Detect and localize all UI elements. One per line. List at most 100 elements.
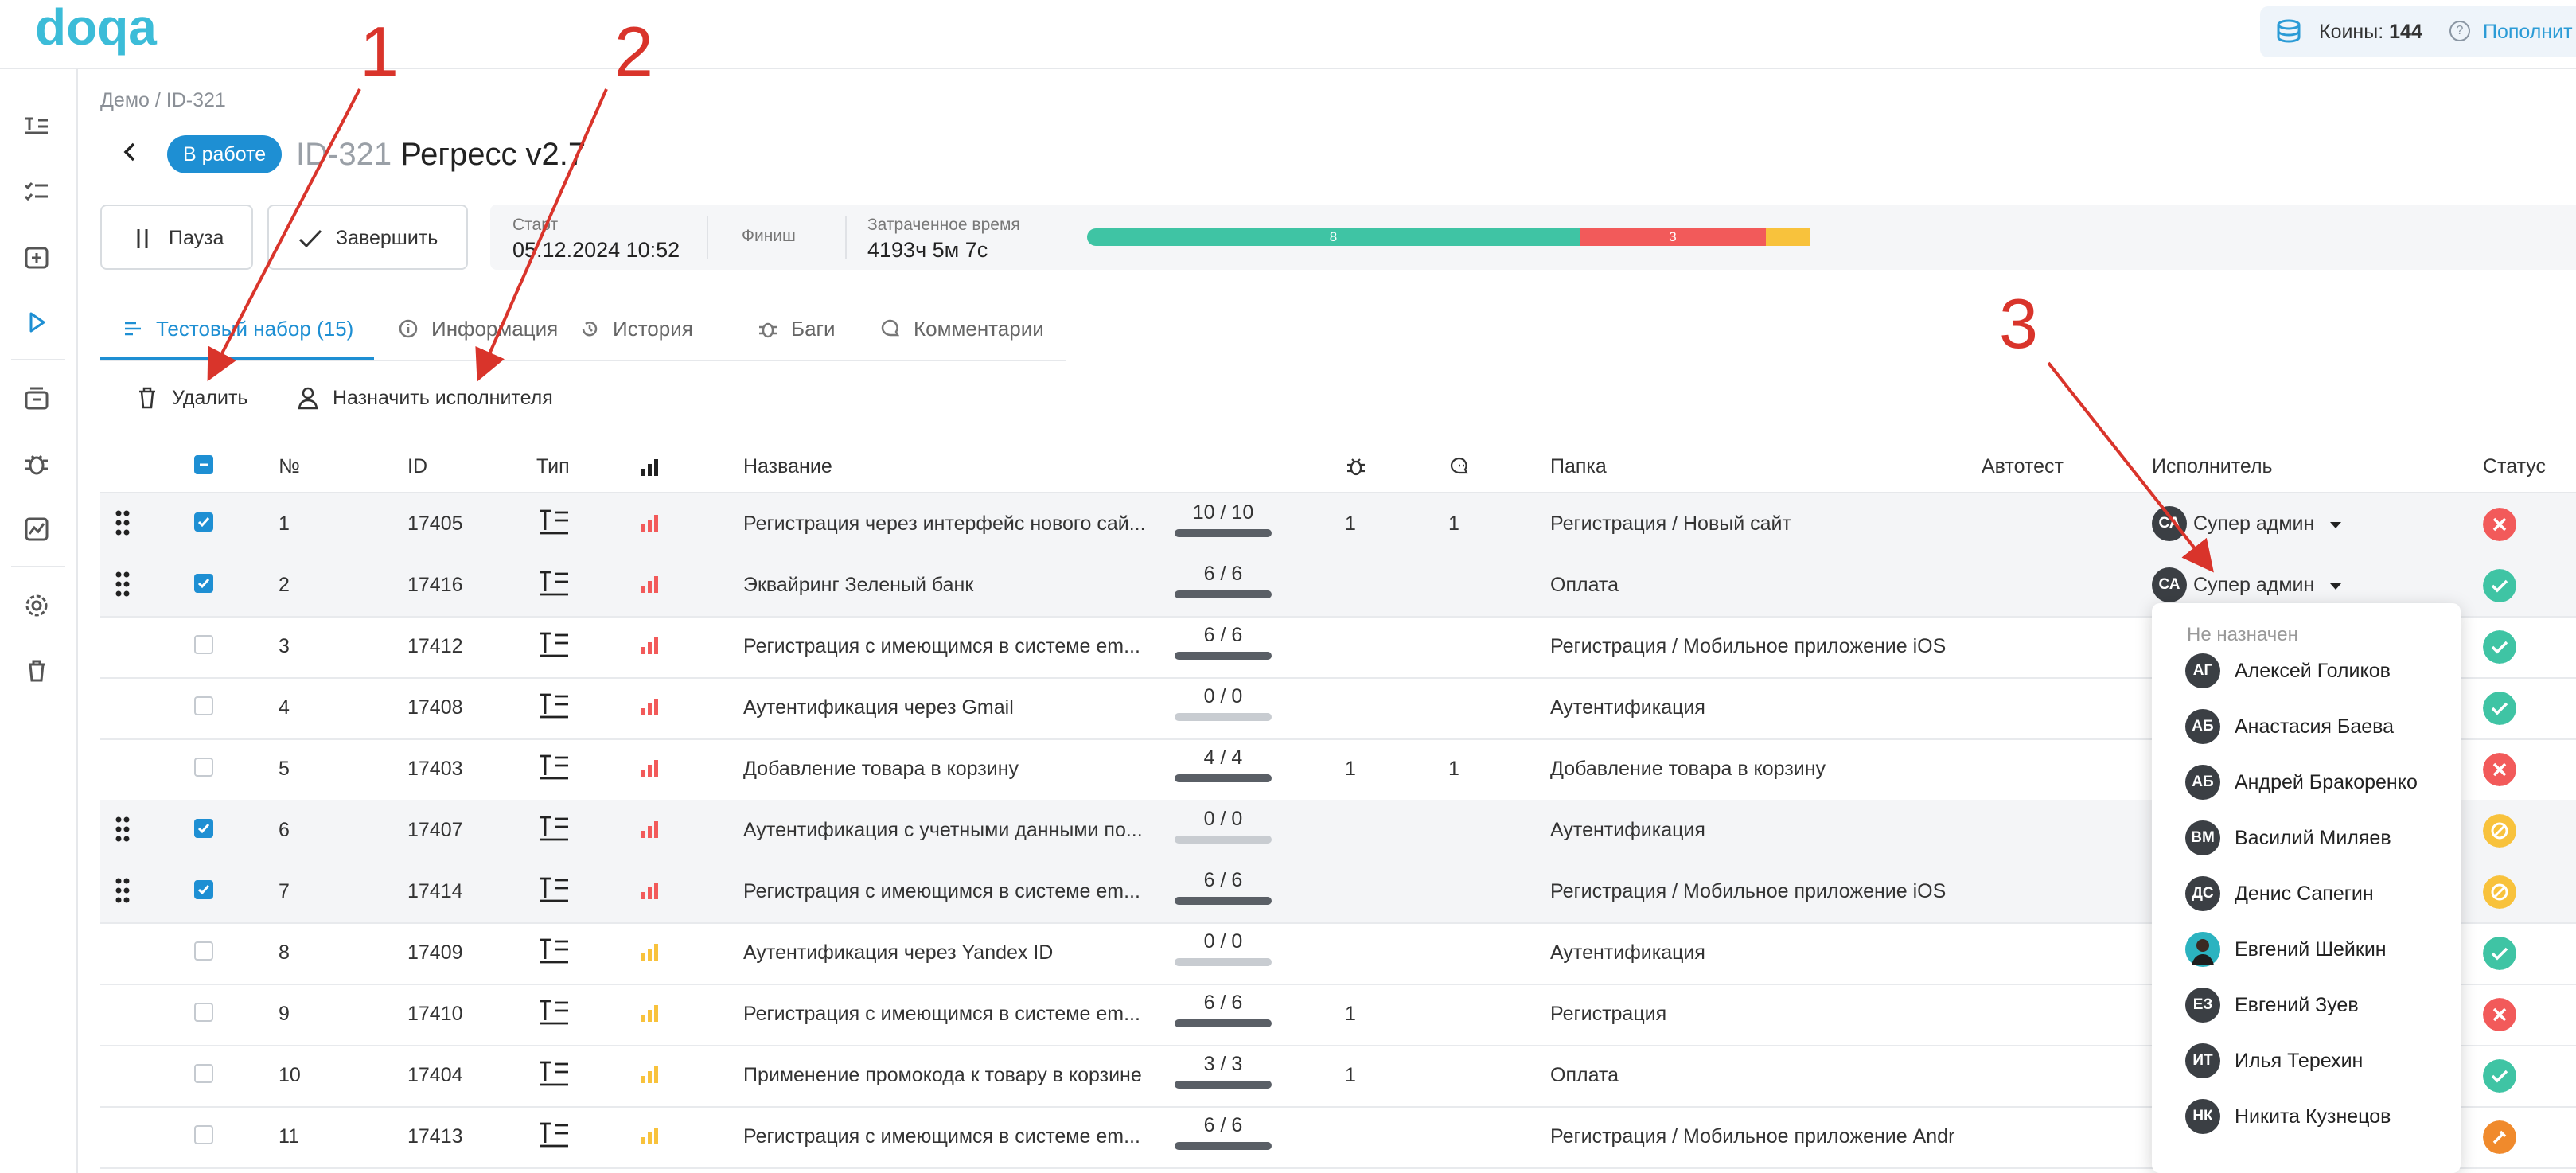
test-cases-icon[interactable] xyxy=(22,112,51,141)
row-name[interactable]: Регистрация с имеющимся в системе em... xyxy=(743,1125,1165,1148)
checklist-icon[interactable] xyxy=(22,177,51,206)
assignee-selector[interactable]: Супер админ xyxy=(2193,574,2314,597)
settings-icon[interactable] xyxy=(22,591,51,620)
select-all-checkbox[interactable] xyxy=(194,455,213,474)
row-num: 4 xyxy=(279,696,290,719)
assignee-option[interactable]: НК Никита Кузнецов xyxy=(2152,1089,2461,1144)
row-checkbox[interactable] xyxy=(194,1064,213,1083)
status-pass-icon[interactable] xyxy=(2483,630,2516,664)
back-arrow-icon[interactable] xyxy=(118,140,142,164)
assignee-option[interactable]: ЕЗ Евгений Зуев xyxy=(2152,977,2461,1033)
row-name[interactable]: Аутентификация через Gmail xyxy=(743,696,1165,719)
drag-handle-icon[interactable] xyxy=(115,571,131,598)
priority-column-icon xyxy=(641,459,658,476)
row-comments[interactable]: 1 xyxy=(1448,758,1459,781)
row-name[interactable]: Регистрация с имеющимся в системе em... xyxy=(743,1003,1165,1026)
row-name[interactable]: Регистрация с имеющимся в системе em... xyxy=(743,880,1165,903)
row-folder: Добавление товара в корзину xyxy=(1550,758,1826,780)
steps-count: 6 / 6 xyxy=(1203,1114,1243,1136)
row-checkbox[interactable] xyxy=(194,635,213,654)
row-bugs[interactable]: 1 xyxy=(1345,758,1356,781)
row-name[interactable]: Регистрация с имеющимся в системе em... xyxy=(743,635,1165,658)
breadcrumb[interactable]: Демо / ID-321 xyxy=(100,89,226,112)
row-checkbox[interactable] xyxy=(194,1125,213,1144)
check-icon xyxy=(298,229,322,248)
assignee-option[interactable]: АБ Анастасия Баева xyxy=(2152,699,2461,754)
row-checkbox[interactable] xyxy=(194,574,213,593)
bug-icon[interactable] xyxy=(22,450,51,478)
status-skip-icon[interactable] xyxy=(2483,875,2516,909)
status-fail-icon[interactable] xyxy=(2483,998,2516,1031)
doqa-logo[interactable]: doqa xyxy=(35,3,180,60)
row-checkbox[interactable] xyxy=(194,696,213,715)
help-icon[interactable]: ? xyxy=(2449,21,2470,41)
status-pass-icon[interactable] xyxy=(2483,1059,2516,1093)
assignee-option[interactable]: Евгений Шейкин xyxy=(2152,922,2461,977)
pause-button[interactable]: Пауза xyxy=(100,205,253,270)
drag-handle-icon[interactable] xyxy=(115,816,131,843)
reports-icon[interactable] xyxy=(22,515,51,544)
row-comments[interactable]: 1 xyxy=(1448,512,1459,536)
avatar xyxy=(2185,932,2220,967)
row-checkbox[interactable] xyxy=(194,758,213,777)
row-name[interactable]: Эквайринг Зеленый банк xyxy=(743,574,1165,597)
steps-bar xyxy=(1175,958,1272,966)
status-skip-icon[interactable] xyxy=(2483,814,2516,848)
row-checkbox[interactable] xyxy=(194,1003,213,1022)
assignee-option[interactable]: ИТ Илья Терехин xyxy=(2152,1033,2461,1089)
row-steps: 6 / 6 xyxy=(1173,869,1273,905)
trash-icon[interactable] xyxy=(22,657,51,685)
row-name[interactable]: Аутентификация с учетными данными по... xyxy=(743,819,1165,842)
row-checkbox[interactable] xyxy=(194,819,213,838)
priority-icon xyxy=(641,1066,658,1083)
info-divider xyxy=(845,216,847,259)
status-fail-icon[interactable] xyxy=(2483,508,2516,541)
drag-handle-icon[interactable] xyxy=(115,509,131,536)
archive-icon[interactable] xyxy=(22,384,51,413)
row-checkbox[interactable] xyxy=(194,880,213,899)
row-name[interactable]: Регистрация через интерфейс нового сай..… xyxy=(743,512,1165,536)
row-bugs[interactable]: 1 xyxy=(1345,1064,1356,1087)
row-checkbox[interactable] xyxy=(194,941,213,961)
assignee-option[interactable]: ВМ Василий Миляев xyxy=(2152,810,2461,866)
row-id: 17408 xyxy=(407,696,463,719)
manual-test-icon xyxy=(540,816,568,841)
finish-button[interactable]: Завершить xyxy=(267,205,468,270)
table-row[interactable]: 1 17405 Регистрация через интерфейс нового… xyxy=(100,493,2576,556)
col-id: ID xyxy=(407,455,427,477)
row-name[interactable]: Аутентификация через Yandex ID xyxy=(743,941,1165,965)
caret-down-icon[interactable] xyxy=(2329,582,2343,591)
steps-bar xyxy=(1175,713,1272,721)
row-bugs[interactable]: 1 xyxy=(1345,1003,1356,1026)
assignee-option[interactable]: ДС Денис Сапегин xyxy=(2152,866,2461,922)
assignee-option[interactable]: АБ Андрей Бракоренко xyxy=(2152,754,2461,810)
row-name[interactable]: Применение промокода к товару в корзине xyxy=(743,1064,1165,1087)
status-pass-icon[interactable] xyxy=(2483,692,2516,725)
row-checkbox[interactable] xyxy=(194,512,213,532)
assignee-option[interactable]: АГ Алексей Голиков xyxy=(2152,643,2461,699)
status-blocked-icon[interactable] xyxy=(2483,1120,2516,1154)
run-id: ID-321 xyxy=(296,137,392,172)
add-plan-icon[interactable] xyxy=(22,243,51,271)
drag-handle-icon[interactable] xyxy=(115,877,131,904)
priority-icon xyxy=(641,821,658,838)
row-bugs[interactable]: 1 xyxy=(1345,512,1356,536)
row-folder: Аутентификация xyxy=(1550,696,1705,719)
status-badge[interactable]: В работе xyxy=(167,135,283,173)
caret-down-icon[interactable] xyxy=(2329,520,2343,530)
manual-test-icon xyxy=(540,632,568,657)
row-num: 7 xyxy=(279,880,290,902)
test-runs-icon[interactable] xyxy=(22,308,51,337)
row-name[interactable]: Добавление товара в корзину xyxy=(743,758,1165,781)
status-fail-icon[interactable] xyxy=(2483,753,2516,786)
assignee-name: Андрей Бракоренко xyxy=(2235,771,2418,793)
status-pass-icon[interactable] xyxy=(2483,937,2516,970)
col-autotest: Автотест xyxy=(1982,455,2064,477)
row-num: 10 xyxy=(279,1064,301,1086)
row-steps: 0 / 0 xyxy=(1173,808,1273,844)
status-pass-icon[interactable] xyxy=(2483,569,2516,602)
progress-segment: 8 xyxy=(1087,228,1580,246)
topup-link[interactable]: Пополнит xyxy=(2483,21,2573,44)
assignee-selector[interactable]: Супер админ xyxy=(2193,512,2314,536)
manual-test-icon xyxy=(540,509,568,535)
